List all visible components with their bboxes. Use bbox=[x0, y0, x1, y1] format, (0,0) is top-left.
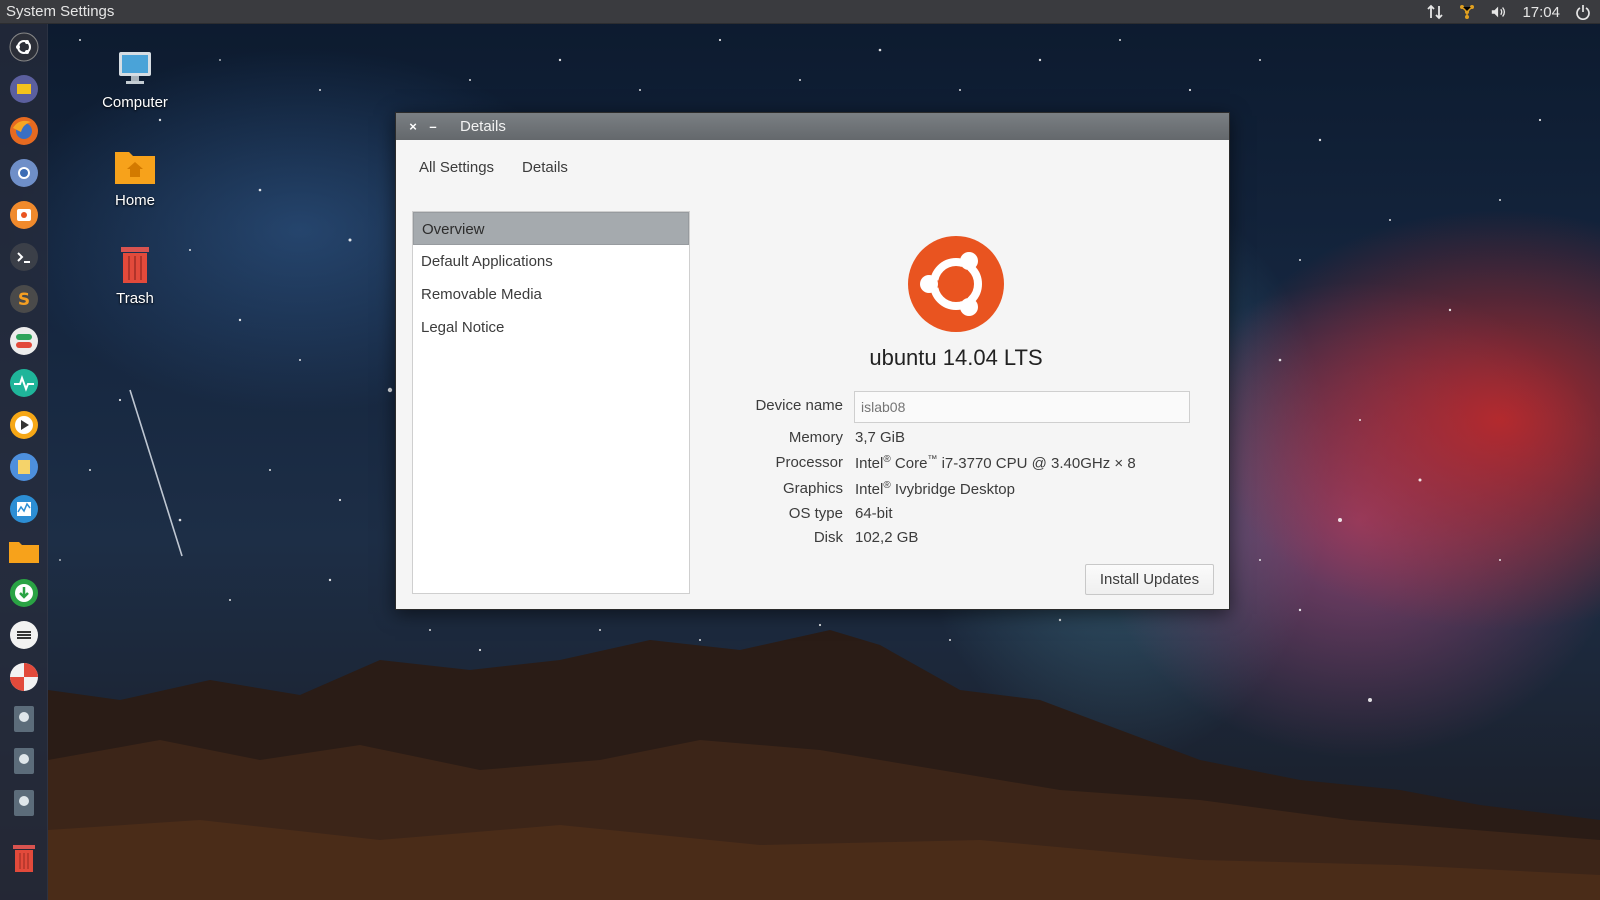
memory-label-cell: Memory bbox=[701, 429, 843, 449]
install-updates-button[interactable]: Install Updates bbox=[1085, 564, 1214, 595]
processor-value: Intel® Core™ i7-3770 CPU @ 3.40GHz × 8 bbox=[855, 454, 1136, 472]
device-name-input[interactable] bbox=[854, 391, 1190, 423]
device-name-label: Device name bbox=[755, 397, 843, 414]
launcher: S bbox=[0, 24, 48, 900]
disk-value-cell: 102,2 GB bbox=[855, 529, 1195, 549]
drive-icon-1[interactable] bbox=[7, 702, 41, 736]
power-icon[interactable] bbox=[1574, 3, 1592, 21]
updates-icon[interactable] bbox=[1458, 3, 1476, 21]
svg-text:S: S bbox=[18, 290, 30, 310]
breadcrumb-all-settings[interactable]: All Settings bbox=[419, 159, 494, 176]
desktop-icon-label: Home bbox=[114, 192, 155, 209]
trash-icon bbox=[113, 242, 157, 286]
media-player-icon[interactable] bbox=[7, 408, 41, 442]
os-type-value: 64-bit bbox=[855, 505, 893, 522]
nav-item-legal-notice[interactable]: Legal Notice bbox=[413, 311, 689, 344]
system-monitor-icon[interactable] bbox=[7, 366, 41, 400]
chromium-icon[interactable] bbox=[7, 156, 41, 190]
disk-label-cell: Disk bbox=[701, 529, 843, 549]
sublime-text-icon[interactable]: S bbox=[7, 282, 41, 316]
memory-value: 3,7 GiB bbox=[855, 429, 906, 446]
processor-label-cell: Processor bbox=[701, 454, 843, 474]
text-editor-icon[interactable] bbox=[7, 450, 41, 484]
terminal-icon[interactable] bbox=[7, 240, 41, 274]
graphics-label: Graphics bbox=[782, 480, 843, 497]
files-icon[interactable] bbox=[7, 72, 41, 106]
desktop-trash[interactable]: Trash bbox=[85, 242, 185, 307]
details-window: × – Details All Settings Details Overvie… bbox=[395, 112, 1230, 610]
graphics-value-cell: Intel® Ivybridge Desktop bbox=[855, 480, 1195, 500]
folder-icon[interactable] bbox=[7, 534, 41, 568]
memory-value-cell: 3,7 GiB bbox=[855, 429, 1195, 449]
disk-value: 102,2 GB bbox=[855, 529, 919, 546]
desktop-icon-label: Computer bbox=[102, 94, 168, 111]
network-arrows-icon[interactable] bbox=[1426, 3, 1444, 21]
firefox-icon[interactable] bbox=[7, 114, 41, 148]
processor-value-cell: Intel® Core™ i7-3770 CPU @ 3.40GHz × 8 bbox=[855, 454, 1215, 474]
top-panel: System Settings 17:04 bbox=[0, 0, 1600, 24]
graphics-label-cell: Graphics bbox=[701, 480, 843, 500]
desktop-home[interactable]: Home bbox=[85, 144, 185, 209]
computer-icon bbox=[113, 46, 157, 90]
os-type-value-cell: 64-bit bbox=[855, 505, 1195, 525]
settings-toggle-icon[interactable] bbox=[7, 324, 41, 358]
breadcrumb: All Settings Details bbox=[419, 159, 568, 176]
processor-label: Processor bbox=[775, 454, 843, 471]
download-manager-icon[interactable] bbox=[7, 576, 41, 610]
nav-item-removable-media[interactable]: Removable Media bbox=[413, 278, 689, 311]
window-titlebar[interactable]: × – Details bbox=[396, 113, 1229, 140]
breadcrumb-details[interactable]: Details bbox=[522, 159, 568, 176]
active-app-title: System Settings bbox=[6, 3, 115, 20]
dash-home-icon[interactable] bbox=[7, 30, 41, 64]
volume-icon[interactable] bbox=[1490, 3, 1508, 21]
drive-icon-2[interactable] bbox=[7, 744, 41, 778]
trash-icon[interactable] bbox=[7, 840, 41, 874]
clock[interactable]: 17:04 bbox=[1522, 4, 1560, 21]
nav-item-overview[interactable]: Overview bbox=[413, 212, 689, 245]
os-type-label: OS type bbox=[788, 505, 843, 522]
home-folder-icon bbox=[113, 144, 157, 188]
ubuntu-logo-icon bbox=[908, 236, 1004, 332]
disk-usage-icon[interactable] bbox=[7, 660, 41, 694]
desktop-icon-label: Trash bbox=[116, 290, 154, 307]
desktop-computer[interactable]: Computer bbox=[85, 46, 185, 111]
activity-monitor-icon[interactable] bbox=[7, 492, 41, 526]
window-title: Details bbox=[460, 118, 506, 135]
memory-label: Memory bbox=[788, 429, 843, 446]
minimize-icon[interactable]: – bbox=[426, 119, 440, 134]
drive-icon-3[interactable] bbox=[7, 786, 41, 820]
graphics-value: Intel® Ivybridge Desktop bbox=[855, 480, 1015, 498]
device-name-row: Device name bbox=[701, 397, 843, 417]
close-icon[interactable]: × bbox=[406, 119, 420, 134]
disk-label: Disk bbox=[813, 529, 843, 546]
details-nav-list: Overview Default Applications Removable … bbox=[412, 211, 690, 594]
os-type-label-cell: OS type bbox=[701, 505, 843, 525]
software-center-icon[interactable] bbox=[7, 198, 41, 232]
disks-icon[interactable] bbox=[7, 618, 41, 652]
system-tray: 17:04 bbox=[1426, 0, 1592, 24]
nav-item-default-applications[interactable]: Default Applications bbox=[413, 245, 689, 278]
os-version-title: ubuntu 14.04 LTS bbox=[869, 345, 1043, 370]
